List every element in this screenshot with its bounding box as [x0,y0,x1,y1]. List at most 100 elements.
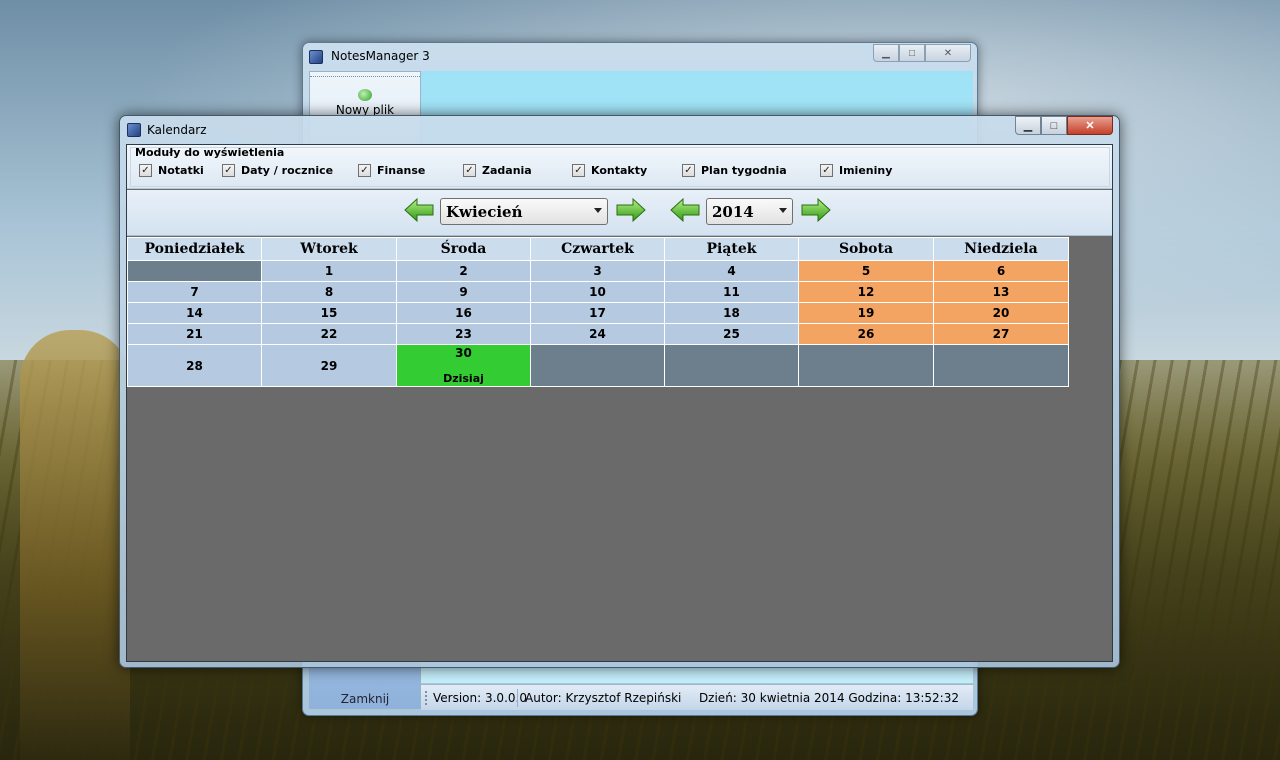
calendar-day-cell[interactable]: 16 [396,302,531,324]
year-select[interactable]: 2014 [706,198,793,225]
notesmanager-window-controls: ▁ □ ✕ [873,44,971,62]
checkbox-imieniny[interactable]: ✓ Imieniny [820,164,892,177]
calendar-empty-cell [933,344,1069,387]
today-day-number: 30 [455,346,472,360]
checkbox-check-icon: ✓ [682,164,695,177]
weekday-header: Sobota [798,237,934,261]
status-bar: Version: 3.0.0.0 Autor: Krzysztof Rzepiń… [421,684,973,710]
calendar-week-row: 28 29 30 Dzisiaj [127,344,1069,387]
calendar-day-cell[interactable]: 17 [530,302,665,324]
calendar-weekend-cell[interactable]: 6 [933,260,1069,282]
calendar-day-cell[interactable]: 2 [396,260,531,282]
calendar-weekend-cell[interactable]: 19 [798,302,934,324]
checkbox-check-icon: ✓ [463,164,476,177]
prev-month-arrow-icon[interactable] [404,197,434,223]
calendar-weekend-cell[interactable]: 12 [798,281,934,303]
weekday-header: Poniedziałek [127,237,262,261]
checkbox-label: Zadania [482,164,532,177]
weekday-header: Wtorek [261,237,397,261]
calendar-day-cell[interactable]: 7 [127,281,262,303]
month-year-navigation: Kwiecień 2014 [127,190,1112,236]
calendar-today-cell[interactable]: 30 Dzisiaj [396,344,531,387]
month-select-value: Kwiecień [446,203,523,221]
calendar-day-cell[interactable]: 15 [261,302,397,324]
month-select[interactable]: Kwiecień [440,198,608,225]
calendar-weekend-cell[interactable]: 5 [798,260,934,282]
calendar-day-cell[interactable]: 22 [261,323,397,345]
status-separator [517,689,518,707]
calendar-day-cell[interactable]: 11 [664,281,799,303]
checkbox-finanse[interactable]: ✓ Finanse [358,164,425,177]
status-author: Autor: Krzysztof Rzepiński [525,691,682,705]
calendar-window-controls: ▁ □ ✕ [1015,116,1113,135]
calendar-weekend-cell[interactable]: 27 [933,323,1069,345]
app-book-icon [127,123,141,137]
chevron-down-icon [594,208,602,213]
checkbox-kontakty[interactable]: ✓ Kontakty [572,164,647,177]
calendar-day-cell[interactable]: 10 [530,281,665,303]
calendar-day-cell[interactable]: 14 [127,302,262,324]
calendar-day-cell[interactable]: 9 [396,281,531,303]
checkbox-label: Finanse [377,164,426,177]
checkbox-daty-rocznice[interactable]: ✓ Daty / rocznice [222,164,333,177]
today-label: Dzisiaj [443,372,484,385]
status-grip-icon [425,691,427,705]
next-year-arrow-icon[interactable] [801,197,831,223]
year-select-value: 2014 [712,203,754,221]
calendar-day-cell[interactable]: 18 [664,302,799,324]
calendar-day-cell[interactable]: 21 [127,323,262,345]
calendar-weekend-cell[interactable]: 20 [933,302,1069,324]
calendar-window: Kalendarz ▁ □ ✕ Moduły do wyświetlenia ✓… [119,115,1120,668]
modules-title: Moduły do wyświetlenia [135,146,285,159]
close-icon[interactable]: ✕ [1067,116,1113,135]
calendar-day-cell[interactable]: 1 [261,260,397,282]
calendar-day-cell[interactable]: 3 [530,260,665,282]
calendar-day-cell[interactable]: 4 [664,260,799,282]
calendar-window-title: Kalendarz [147,123,207,137]
maximize-icon[interactable]: □ [899,44,925,62]
checkbox-label: Plan tygodnia [701,164,787,177]
checkbox-check-icon: ✓ [139,164,152,177]
prev-year-arrow-icon[interactable] [670,197,700,223]
minimize-icon[interactable]: ▁ [873,44,899,62]
checkbox-label: Daty / rocznice [241,164,334,177]
checkbox-check-icon: ✓ [358,164,371,177]
calendar-weekend-cell[interactable]: 26 [798,323,934,345]
calendar-week-row: 1 2 3 4 5 6 [127,260,1069,282]
new-file-button[interactable]: Nowy plik [310,76,420,118]
calendar-week-row: 7 8 9 10 11 12 13 [127,281,1069,303]
calendar-day-cell[interactable]: 25 [664,323,799,345]
checkbox-label: Notatki [158,164,204,177]
calendar-day-cell[interactable]: 8 [261,281,397,303]
weekday-header: Niedziela [933,237,1069,261]
calendar-day-cell[interactable]: 23 [396,323,531,345]
calendar-day-cell[interactable]: 29 [261,344,397,387]
calendar-day-cell[interactable]: 24 [530,323,665,345]
calendar-day-cell[interactable]: 28 [127,344,262,387]
calendar-empty-cell [530,344,665,387]
weekday-header: Czwartek [530,237,665,261]
checkbox-zadania[interactable]: ✓ Zadania [463,164,532,177]
new-file-icon [358,89,372,101]
close-icon[interactable]: ✕ [925,44,971,62]
modules-panel: Moduły do wyświetlenia ✓ Notatki ✓ Daty … [127,145,1112,189]
weekday-header: Piątek [664,237,799,261]
checkbox-notatki[interactable]: ✓ Notatki [139,164,204,177]
checkbox-label: Kontakty [591,164,648,177]
status-datetime: Dzień: 30 kwietnia 2014 Godzina: 13:52:3… [698,691,959,705]
next-month-arrow-icon[interactable] [616,197,646,223]
calendar-empty-cell [127,260,262,282]
desktop-wheat [20,330,130,760]
notesmanager-title: NotesManager 3 [331,49,430,63]
notesmanager-titlebar[interactable]: NotesManager 3 ▁ □ ✕ [303,43,977,71]
calendar-weekend-cell[interactable]: 13 [933,281,1069,303]
checkbox-plan-tygodnia[interactable]: ✓ Plan tygodnia [682,164,787,177]
app-book-icon [309,50,323,64]
close-button[interactable]: Zamknij [310,692,420,706]
minimize-icon[interactable]: ▁ [1015,116,1041,135]
maximize-icon[interactable]: □ [1041,116,1067,135]
weekday-header-row: Poniedziałek Wtorek Środa Czwartek Piąte… [127,237,1069,261]
checkbox-check-icon: ✓ [572,164,585,177]
checkbox-check-icon: ✓ [820,164,833,177]
checkbox-check-icon: ✓ [222,164,235,177]
